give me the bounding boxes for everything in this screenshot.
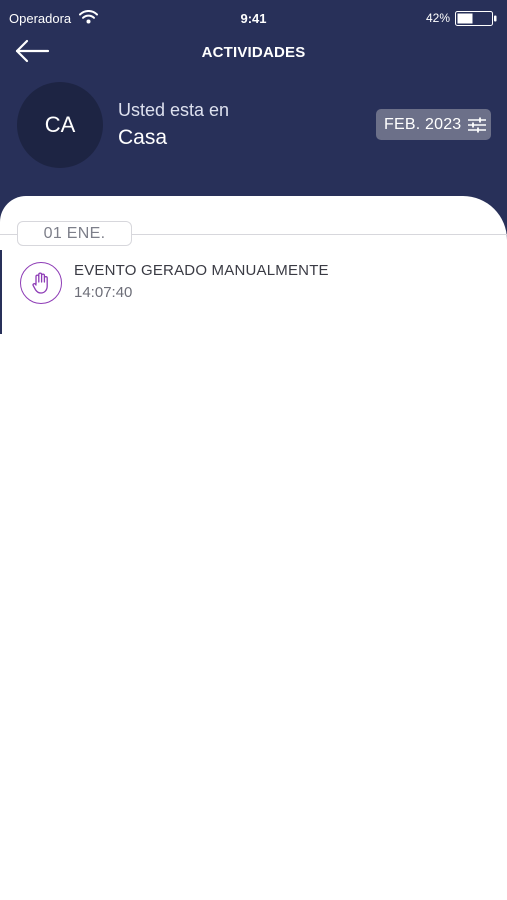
location-name: Casa: [118, 126, 168, 149]
date-filter-label: FEB. 2023: [384, 115, 462, 133]
date-filter-button[interactable]: FEB. 2023: [376, 109, 491, 140]
avatar-initials: CA: [44, 112, 76, 137]
location-caption: Usted esta en: [118, 100, 230, 120]
hand-icon: [32, 272, 48, 294]
page-title: ACTIVIDADES: [201, 44, 306, 61]
event-title[interactable]: EVENTO GERADO MANUALMENTE: [74, 262, 329, 279]
battery-percentage: 42%: [426, 11, 451, 25]
sliders-icon: [468, 117, 487, 132]
battery-icon: [455, 11, 497, 26]
activity-card: [0, 196, 507, 900]
date-group-label: 01 ENE.: [17, 221, 132, 246]
status-bar: Operadora 9:41 42%: [0, 0, 507, 36]
event-time: 14:07:40: [74, 284, 133, 301]
timeline-line: [0, 250, 2, 334]
event-icon-badge: [20, 262, 62, 304]
avatar: CA: [17, 82, 103, 168]
